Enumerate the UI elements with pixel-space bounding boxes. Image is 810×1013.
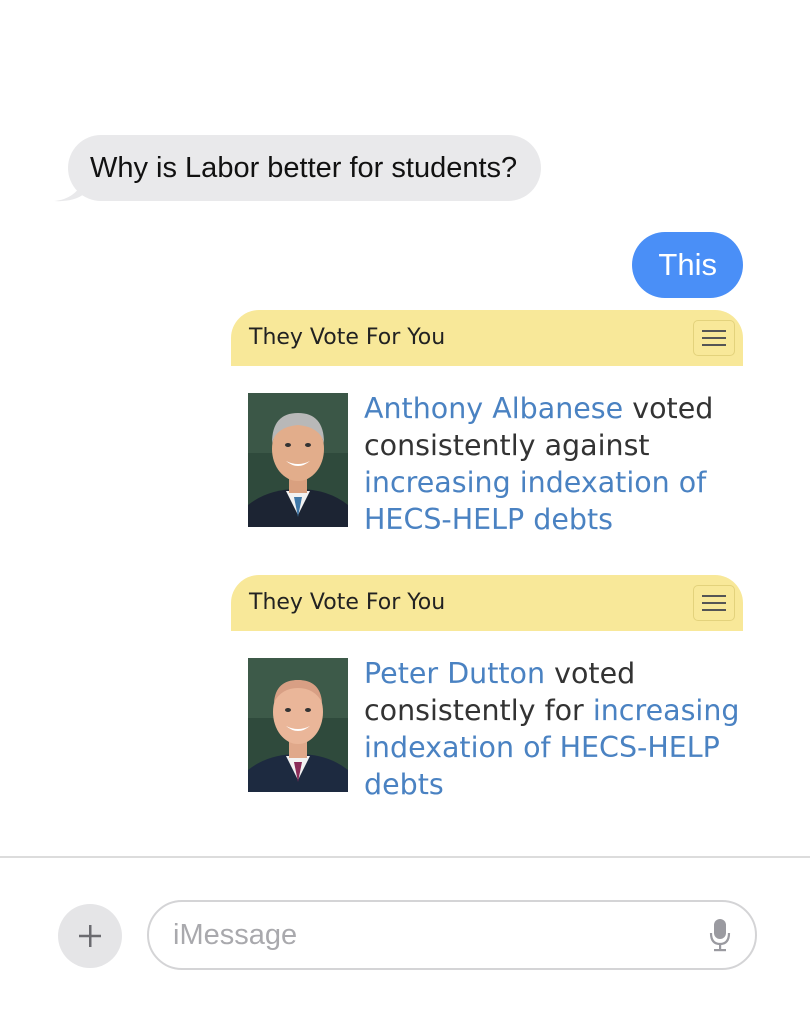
hamburger-menu-button[interactable] xyxy=(693,320,735,356)
add-attachment-button[interactable] xyxy=(58,904,122,968)
outgoing-message-bubble[interactable]: This xyxy=(632,232,743,298)
portrait-dutton xyxy=(248,658,348,792)
portrait-albanese xyxy=(248,393,348,527)
vote-summary: Anthony Albanese voted consistently agai… xyxy=(364,390,744,538)
policy-link[interactable]: increasing indexation of HECS-HELP debts xyxy=(364,466,706,536)
card-site-title: They Vote For You xyxy=(249,325,446,350)
incoming-message-bubble[interactable]: Why is Labor better for students? xyxy=(68,135,542,201)
message-thread: Why is Labor better for students? This T… xyxy=(0,0,810,858)
message-input[interactable]: iMessage xyxy=(147,900,757,970)
card-header: They Vote For You xyxy=(231,310,743,366)
plus-icon xyxy=(79,925,101,947)
hamburger-menu-button[interactable] xyxy=(693,585,735,621)
vote-card-albanese[interactable]: They Vote For You Anthony Albanese voted… xyxy=(231,310,744,538)
composer-divider xyxy=(0,856,810,858)
hamburger-icon xyxy=(702,330,726,346)
person-link[interactable]: Peter Dutton xyxy=(364,657,545,690)
card-header: They Vote For You xyxy=(231,575,743,631)
microphone-icon[interactable] xyxy=(709,918,731,952)
message-input-placeholder: iMessage xyxy=(173,919,298,951)
hamburger-icon xyxy=(702,595,726,611)
person-link[interactable]: Anthony Albanese xyxy=(364,392,623,425)
vote-summary: Peter Dutton voted consistently for incr… xyxy=(364,655,744,803)
vote-card-dutton[interactable]: They Vote For You Peter Dutton voted con… xyxy=(231,575,744,803)
card-site-title: They Vote For You xyxy=(249,590,446,615)
